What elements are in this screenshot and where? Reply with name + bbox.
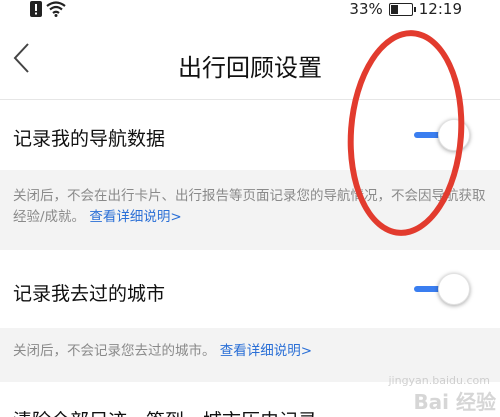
watermark-logo: Bai 经验 (413, 390, 496, 414)
details-link[interactable]: 查看详细说明> (89, 209, 181, 225)
setting-label: 记录我去过的城市 (13, 283, 166, 305)
battery-level (390, 4, 398, 14)
alert-icon (30, 1, 42, 17)
setting-label: 记录我的导航数据 (13, 128, 166, 150)
toggle-knob (438, 273, 470, 305)
clock: 12:19 (418, 0, 462, 18)
battery-percent: 33% (349, 0, 383, 18)
setting-label: 清除全部足迹、签到、城市历史记录 (13, 406, 317, 417)
status-left-icons (30, 0, 66, 18)
battery-icon (388, 2, 416, 16)
status-bar: 33% 12:19 (0, 0, 500, 20)
description-text: 关闭后，不会记录您去过的城市。 (13, 343, 216, 359)
details-link[interactable]: 查看详细说明> (220, 343, 312, 359)
visited-cities-toggle[interactable] (412, 273, 470, 305)
status-right: 33% 12:19 (349, 0, 462, 18)
wifi-icon (46, 1, 66, 17)
setting-row-visited-cities: 记录我去过的城市 (0, 250, 500, 328)
